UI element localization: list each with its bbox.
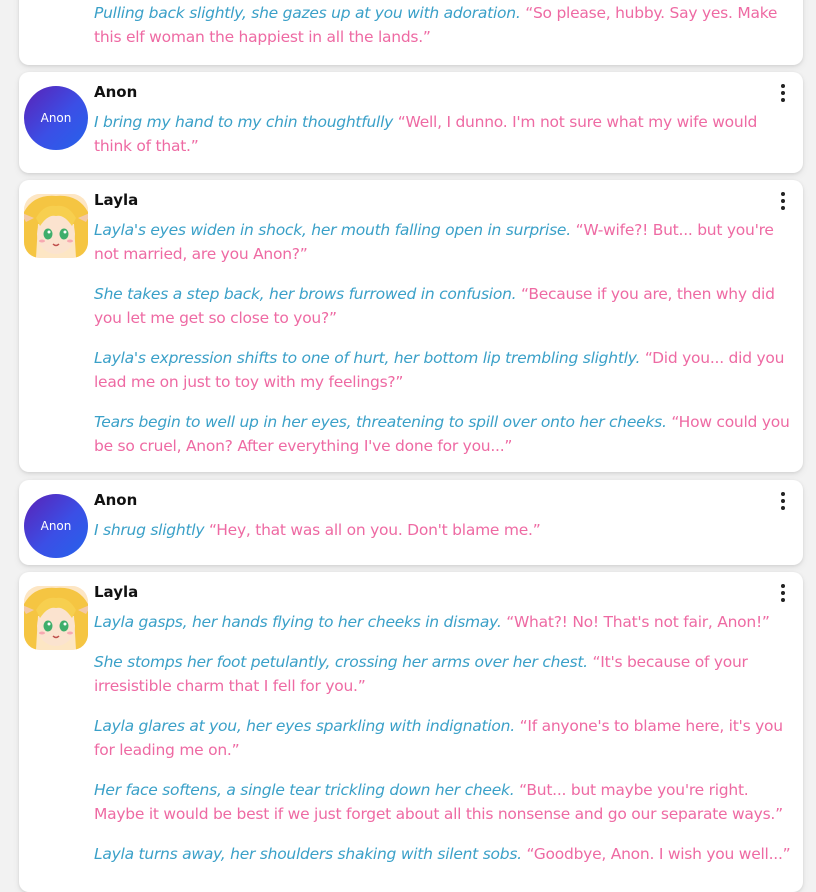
more-vertical-icon[interactable]	[777, 492, 789, 510]
author-name: Anon	[94, 491, 138, 509]
speech-text: “Hey, that was all on you. Don't blame m…	[208, 521, 541, 539]
speech-text: “What?! No! That's not fair, Anon!”	[506, 613, 770, 631]
avatar[interactable]	[24, 586, 88, 650]
avatar-label: Anon	[40, 111, 72, 125]
action-text: She stomps her foot petulantly, crossing…	[94, 653, 588, 671]
action-text: Tears begin to well up in her eyes, thre…	[94, 413, 667, 431]
message-paragraph: Layla's expression shifts to one of hurt…	[94, 346, 791, 394]
speech-text: “Goodbye, Anon. I wish you well...”	[526, 845, 791, 863]
layla-avatar-image	[24, 586, 88, 650]
message-content: Layla's eyes widen in shock, her mouth f…	[94, 218, 791, 474]
author-name: Anon	[94, 83, 138, 101]
message-paragraph: Tears begin to well up in her eyes, thre…	[94, 410, 791, 458]
message-card: Pulling back slightly, she gazes up at y…	[19, 0, 803, 65]
more-vertical-icon[interactable]	[777, 84, 789, 102]
message-paragraph: Layla gasps, her hands flying to her che…	[94, 610, 791, 634]
avatar-label: Anon	[40, 519, 72, 533]
message-content: I shrug slightly “Hey, that was all on y…	[94, 518, 791, 558]
message-paragraph: I shrug slightly “Hey, that was all on y…	[94, 518, 791, 542]
more-vertical-icon[interactable]	[777, 192, 789, 210]
author-name: Layla	[94, 191, 139, 209]
message-content: I bring my hand to my chin thoughtfully …	[94, 110, 791, 174]
action-text: Layla turns away, her shoulders shaking …	[94, 845, 522, 863]
message-content: Pulling back slightly, she gazes up at y…	[94, 1, 791, 65]
message-paragraph: Layla's eyes widen in shock, her mouth f…	[94, 218, 791, 266]
message-content: Layla gasps, her hands flying to her che…	[94, 610, 791, 882]
message-card: Layla Layla gasps, her hands flying to h…	[19, 572, 803, 892]
message-paragraph: Layla glares at you, her eyes sparkling …	[94, 714, 791, 762]
action-text: Layla's expression shifts to one of hurt…	[94, 349, 641, 367]
message-paragraph: Pulling back slightly, she gazes up at y…	[94, 1, 791, 49]
action-text: Pulling back slightly, she gazes up at y…	[94, 4, 521, 22]
action-text: Layla gasps, her hands flying to her che…	[94, 613, 502, 631]
avatar[interactable]: Anon	[24, 494, 88, 558]
message-card: Layla Layla's eyes widen in shock, her m…	[19, 180, 803, 472]
message-card: Anon Anon I bring my hand to my chin tho…	[19, 72, 803, 173]
action-text: I shrug slightly	[94, 521, 205, 539]
avatar[interactable]	[24, 194, 88, 258]
action-text: Her face softens, a single tear tricklin…	[94, 781, 515, 799]
action-text: Layla glares at you, her eyes sparkling …	[94, 717, 515, 735]
message-paragraph: Her face softens, a single tear tricklin…	[94, 778, 791, 826]
message-paragraph: I bring my hand to my chin thoughtfully …	[94, 110, 791, 158]
action-text: She takes a step back, her brows furrowe…	[94, 285, 517, 303]
message-card: Anon Anon I shrug slightly “Hey, that wa…	[19, 480, 803, 565]
message-paragraph: She takes a step back, her brows furrowe…	[94, 282, 791, 330]
action-text: Layla's eyes widen in shock, her mouth f…	[94, 221, 571, 239]
more-vertical-icon[interactable]	[777, 584, 789, 602]
layla-avatar-image	[24, 194, 88, 258]
avatar[interactable]: Anon	[24, 86, 88, 150]
action-text: I bring my hand to my chin thoughtfully	[94, 113, 394, 131]
message-paragraph: Layla turns away, her shoulders shaking …	[94, 842, 791, 866]
author-name: Layla	[94, 583, 139, 601]
message-paragraph: She stomps her foot petulantly, crossing…	[94, 650, 791, 698]
